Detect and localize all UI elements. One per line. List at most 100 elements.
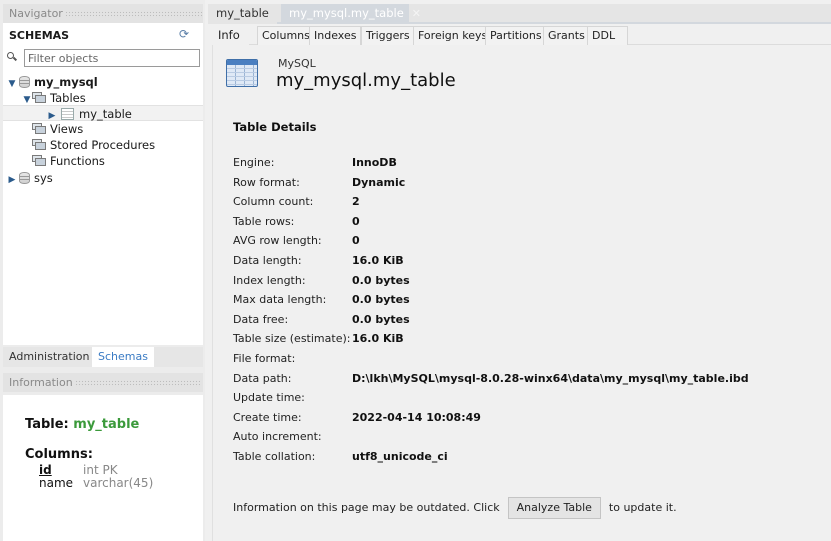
tab-schemas[interactable]: Schemas: [92, 347, 154, 367]
detail-label: File format:: [233, 352, 296, 365]
tree-folder-tables[interactable]: ▼ Tables: [22, 90, 86, 106]
detail-label: AVG row length:: [233, 234, 322, 248]
detail-label: Update time:: [233, 391, 305, 405]
detail-row: Table size (estimate): 16.0 KiB: [233, 331, 404, 347]
info-table-title: Table: my_table: [25, 417, 139, 432]
detail-row: Table rows: 0: [233, 214, 360, 230]
info-table-name: my_table: [73, 417, 140, 432]
collapsed-triangle-icon[interactable]: ▶: [7, 172, 17, 188]
detail-value: 16.0 KiB: [352, 332, 404, 346]
information-header-label: Information: [9, 376, 73, 389]
detail-value: D:\lkh\MySQL\mysql-8.0.28-winx64\data\my…: [352, 371, 749, 385]
detail-value: 2022-04-14 10:08:49: [352, 410, 481, 424]
doc-tab-label: my_mysql.my_table: [289, 6, 404, 20]
tab-administration[interactable]: Administration: [3, 347, 96, 367]
database-icon: [19, 172, 30, 184]
information-panel: Table: my_table Columns: id int PK name va…: [3, 395, 203, 541]
detail-value: 0.0 bytes: [352, 293, 410, 307]
detail-label: Max data length:: [233, 293, 327, 307]
close-icon[interactable]: ✕: [412, 7, 421, 20]
tab-grants[interactable]: Grants: [543, 26, 590, 45]
detail-value: Dynamic: [352, 175, 406, 189]
note-text-before: Information on this page may be outdated…: [233, 501, 500, 514]
detail-label: Column count:: [233, 195, 314, 209]
column-name: name: [39, 476, 74, 490]
info-columns-label: Columns:: [25, 447, 93, 462]
information-header: Information: [3, 373, 203, 392]
detail-label: Table collation:: [233, 450, 316, 463]
drag-grip[interactable]: [64, 10, 203, 18]
database-icon: [19, 76, 30, 88]
detail-label: Index length:: [233, 273, 306, 287]
tab-info[interactable]: Info: [212, 25, 249, 45]
detail-label: Table rows:: [233, 214, 295, 228]
detail-row: Create time: 2022-04-14 10:08:49: [233, 410, 481, 426]
detail-row: Update time:: [233, 390, 352, 406]
doc-tab-my-table[interactable]: my_table: [208, 4, 277, 24]
tab-foreign-keys[interactable]: Foreign keys: [413, 26, 493, 45]
folder-icon: [32, 155, 46, 166]
detail-row: Table collation: utf8_unicode_ci: [233, 449, 448, 465]
schema-label: sys: [34, 171, 53, 185]
refresh-icon[interactable]: ⟳: [179, 27, 189, 41]
detail-row: Row format: Dynamic: [233, 175, 405, 191]
analyze-table-button[interactable]: Analyze Table: [507, 497, 601, 519]
folder-icon: [32, 92, 46, 103]
detail-label: Data free:: [233, 312, 289, 326]
detail-label: Data path:: [233, 371, 292, 385]
search-icon: [7, 52, 18, 62]
folder-label: Stored Procedures: [50, 138, 156, 152]
detail-value: InnoDB: [352, 156, 397, 169]
detail-label: Row format:: [233, 175, 300, 189]
tree-folder-functions[interactable]: Functions: [32, 153, 105, 169]
left-sidebar: Navigator SCHEMAS ⟳ ▼my_mysql ▼Tables ▶m…: [0, 0, 205, 541]
tree-folder-views[interactable]: Views: [32, 121, 83, 137]
tab-indexes[interactable]: Indexes: [309, 26, 362, 45]
inspector-tabs: Info Columns Indexes Triggers Foreign ke…: [212, 25, 831, 45]
schema-label: my_mysql: [34, 75, 98, 89]
folder-label: Functions: [50, 154, 105, 168]
detail-row: Index length: 0.0 bytes: [233, 273, 410, 289]
tree-folder-stored-procedures[interactable]: Stored Procedures: [32, 137, 155, 153]
detail-value: utf8_unicode_ci: [352, 450, 448, 463]
object-kind: MySQL: [278, 57, 316, 70]
column-type: int PK: [83, 463, 118, 477]
column-type: varchar(45): [83, 476, 154, 490]
detail-value: 16.0 KiB: [352, 254, 404, 267]
filter-objects-input[interactable]: [24, 49, 200, 67]
tab-triggers[interactable]: Triggers: [361, 26, 415, 45]
info-tab-content: MySQL my_mysql.my_table Table Details En…: [212, 45, 831, 541]
detail-value: 0.0 bytes: [352, 312, 410, 326]
tab-partitions[interactable]: Partitions: [485, 26, 547, 45]
table-icon: [61, 108, 74, 120]
detail-row: File format:: [233, 351, 352, 367]
detail-row: Auto increment:: [233, 429, 352, 445]
detail-row: Data path: D:\lkh\MySQL\mysql-8.0.28-winx…: [233, 371, 749, 387]
info-column-row: name varchar(45): [39, 476, 153, 490]
workbench-window: Navigator SCHEMAS ⟳ ▼my_mysql ▼Tables ▶m…: [0, 0, 831, 541]
folder-label: Tables: [50, 91, 86, 105]
detail-row: Engine: InnoDB: [233, 155, 397, 171]
tree-table-my-table[interactable]: ▶ my_table: [3, 105, 203, 121]
tree-schema-my-mysql[interactable]: ▼ my_mysql: [7, 74, 98, 90]
doc-tab-my-mysql-my-table[interactable]: my_mysql.my_table ✕: [281, 4, 421, 24]
info-column-row: id int PK: [39, 463, 118, 477]
drag-grip[interactable]: [74, 379, 200, 387]
detail-label: Table size (estimate):: [233, 332, 351, 346]
detail-value: 0: [352, 234, 360, 248]
navigator-header: Navigator: [3, 4, 203, 23]
tab-ddl[interactable]: DDL: [587, 26, 628, 45]
schemas-title: SCHEMAS: [9, 29, 70, 42]
note-text-after: to update it.: [608, 501, 677, 514]
tab-columns[interactable]: Columns: [257, 26, 315, 45]
document-tabs: my_table my_mysql.my_table ✕: [208, 4, 831, 24]
expanded-triangle-icon[interactable]: ▼: [7, 76, 17, 92]
object-heading: my_mysql.my_table: [276, 70, 456, 91]
detail-value: 0: [352, 214, 360, 228]
detail-row: Max data length: 0.0 bytes: [233, 292, 410, 308]
tree-schema-sys[interactable]: ▶ sys: [7, 170, 53, 186]
folder-icon: [32, 123, 46, 134]
info-table-label: Table:: [25, 417, 69, 432]
table-icon: [226, 59, 258, 87]
detail-row: Data length: 16.0 KiB: [233, 253, 404, 269]
